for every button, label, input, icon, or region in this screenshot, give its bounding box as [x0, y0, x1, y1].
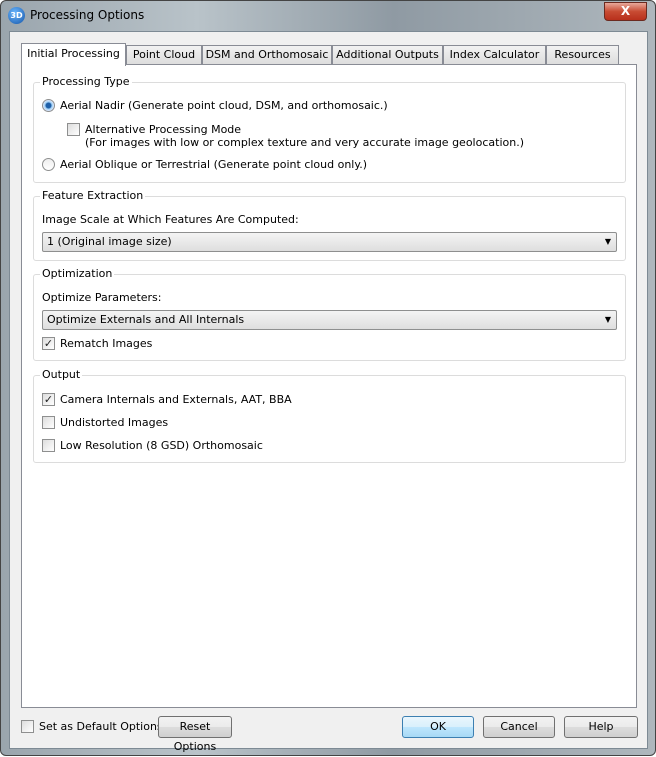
aerial-nadir-radio[interactable]: Aerial Nadir (Generate point cloud, DSM,…: [42, 99, 388, 112]
radio-label: Aerial Nadir (Generate point cloud, DSM,…: [60, 99, 388, 112]
tab-panel: Processing Type Aerial Nadir (Generate p…: [21, 64, 637, 708]
aerial-oblique-radio[interactable]: Aerial Oblique or Terrestrial (Generate …: [42, 158, 367, 171]
tab-initial-processing[interactable]: Initial Processing: [21, 43, 126, 66]
checkmark-icon: ✓: [42, 393, 55, 406]
radio-icon: [42, 158, 55, 171]
checkbox-label: Set as Default Options: [39, 720, 163, 733]
checkbox-label: Camera Internals and Externals, AAT, BBA: [60, 393, 292, 406]
tab-dsm-orthomosaic[interactable]: DSM and Orthomosaic: [202, 45, 332, 65]
undistorted-images-checkbox[interactable]: Undistorted Images: [42, 416, 168, 429]
optimize-parameters-dropdown[interactable]: Optimize Externals and All Internals ▼: [42, 310, 617, 330]
checkbox-icon: [67, 123, 80, 136]
checkbox-icon: [42, 439, 55, 452]
title-bar[interactable]: 3D Processing Options X: [1, 1, 655, 31]
feature-extraction-group: Feature Extraction Image Scale at Which …: [33, 189, 626, 261]
image-scale-label: Image Scale at Which Features Are Comput…: [42, 213, 299, 226]
rematch-images-checkbox[interactable]: ✓ Rematch Images: [42, 337, 152, 350]
group-title: Processing Type: [40, 75, 132, 88]
tab-point-cloud[interactable]: Point Cloud: [126, 45, 202, 65]
app-icon: 3D: [8, 7, 25, 24]
optimization-group: Optimization Optimize Parameters: Optimi…: [33, 267, 626, 361]
group-title: Feature Extraction: [40, 189, 146, 202]
camera-internals-checkbox[interactable]: ✓ Camera Internals and Externals, AAT, BB…: [42, 393, 292, 406]
tab-additional-outputs[interactable]: Additional Outputs: [332, 45, 443, 65]
dialog-window: 3D Processing Options X Initial Processi…: [0, 0, 656, 756]
low-res-orthomosaic-checkbox[interactable]: Low Resolution (8 GSD) Orthomosaic: [42, 439, 263, 452]
checkmark-icon: ✓: [42, 337, 55, 350]
output-group: Output ✓ Camera Internals and Externals, …: [33, 368, 626, 463]
dialog-client: Initial Processing Point Cloud DSM and O…: [9, 31, 648, 753]
radio-label: Aerial Oblique or Terrestrial (Generate …: [60, 158, 368, 171]
chevron-down-icon: ▼: [604, 315, 611, 324]
set-default-checkbox[interactable]: Set as Default Options: [21, 720, 163, 733]
checkbox-icon: [21, 720, 34, 733]
window-title: Processing Options: [30, 8, 145, 22]
cancel-button[interactable]: Cancel: [483, 716, 555, 738]
ok-button[interactable]: OK: [402, 716, 474, 738]
radio-selected-icon: [42, 99, 55, 112]
checkbox-icon: [42, 416, 55, 429]
chevron-down-icon: ▼: [604, 237, 611, 246]
dropdown-value: Optimize Externals and All Internals: [47, 313, 245, 326]
close-button[interactable]: X: [604, 2, 647, 21]
checkbox-label: Rematch Images: [60, 337, 153, 350]
group-title: Optimization: [40, 267, 115, 280]
group-title: Output: [40, 368, 83, 381]
tab-index-calculator[interactable]: Index Calculator: [443, 45, 546, 65]
checkbox-label: Alternative Processing Mode: [85, 123, 242, 136]
dropdown-value: 1 (Original image size): [47, 235, 172, 248]
checkbox-label: Undistorted Images: [60, 416, 169, 429]
checkbox-label: Low Resolution (8 GSD) Orthomosaic: [60, 439, 263, 452]
image-scale-dropdown[interactable]: 1 (Original image size) ▼: [42, 232, 617, 252]
reset-options-button[interactable]: Reset Options: [158, 716, 232, 753]
tab-resources[interactable]: Resources: [546, 45, 619, 65]
help-button[interactable]: Help: [564, 716, 638, 738]
alternative-mode-checkbox[interactable]: Alternative Processing Mode: [67, 123, 241, 136]
processing-type-group: Processing Type Aerial Nadir (Generate p…: [33, 75, 626, 183]
optimize-parameters-label: Optimize Parameters:: [42, 291, 162, 304]
alternative-mode-note: (For images with low or complex texture …: [85, 136, 524, 149]
